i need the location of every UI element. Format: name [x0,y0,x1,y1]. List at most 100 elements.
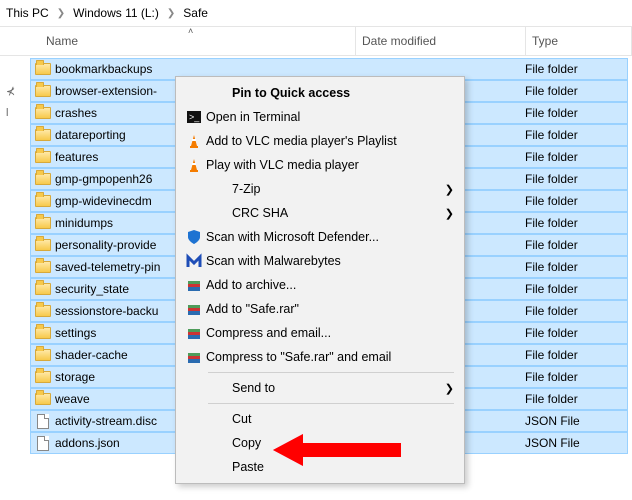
crumb-folder[interactable]: Safe [179,4,212,22]
svg-text:>_: >_ [189,112,200,122]
item-type: File folder [519,392,578,406]
ctx-label: CRC SHA [206,206,445,220]
folder-icon [31,371,55,383]
crumb-this-pc[interactable]: This PC [2,4,53,22]
ctx-label: Send to [206,381,445,395]
item-type: File folder [519,84,578,98]
file-icon [31,436,55,451]
ctx-vlc-play[interactable]: Play with VLC media player [178,153,462,177]
pin-gutter: ⊀ l [6,80,15,124]
ctx-add-archive[interactable]: Add to archive... [178,273,462,297]
header-date-label: Date modified [362,34,436,48]
ctx-label: Paste [206,460,454,474]
terminal-icon: >_ [182,109,206,125]
vlc-icon [182,157,206,173]
folder-icon [31,173,55,185]
chevron-right-icon: ❯ [445,183,454,196]
ctx-label: Compress to "Safe.rar" and email [206,350,454,364]
crumb-drive[interactable]: Windows 11 (L:) [69,4,163,22]
ctx-open-terminal[interactable]: >_ Open in Terminal [178,105,462,129]
ctx-label: Pin to Quick access [206,86,454,100]
ctx-label: Copy [206,436,454,450]
malwarebytes-icon [182,253,206,269]
item-type: File folder [519,348,578,362]
ctx-compress-email[interactable]: Compress and email... [178,321,462,345]
folder-icon [31,261,55,273]
vlc-icon [182,133,206,149]
ctx-vlc-add[interactable]: Add to VLC media player's Playlist [178,129,462,153]
chevron-right-icon: ❯ [445,382,454,395]
ctx-label: Compress and email... [206,326,454,340]
ctx-add-safe-rar[interactable]: Add to "Safe.rar" [178,297,462,321]
winrar-icon [182,301,206,317]
item-type: File folder [519,172,578,186]
ctx-scan-malwarebytes[interactable]: Scan with Malwarebytes [178,249,462,273]
header-name[interactable]: Name ˄ [40,27,356,55]
item-type: File folder [519,216,578,230]
item-name: bookmarkbackups [55,62,349,76]
pin-letter: l [6,102,15,124]
folder-icon [31,239,55,251]
header-type-label: Type [532,34,558,48]
item-type: File folder [519,150,578,164]
chevron-right-icon: ❯ [167,8,175,19]
folder-icon [31,63,55,75]
item-type: File folder [519,128,578,142]
ctx-label: Scan with Malwarebytes [206,254,454,268]
sort-asc-icon: ˄ [188,26,193,36]
breadcrumb: This PC ❯ Windows 11 (L:) ❯ Safe [0,0,632,26]
ctx-label: Cut [206,412,454,426]
ctx-label: Play with VLC media player [206,158,454,172]
header-date[interactable]: Date modified [356,27,526,55]
ctx-label: Add to archive... [206,278,454,292]
winrar-icon [182,277,206,293]
folder-icon [31,327,55,339]
ctx-pin-quick-access[interactable]: Pin to Quick access [178,81,462,105]
context-menu: Pin to Quick access >_ Open in Terminal A… [175,76,465,484]
item-type: JSON File [519,436,580,450]
ctx-crc-sha[interactable]: CRC SHA❯ [178,201,462,225]
winrar-icon [182,349,206,365]
item-type: File folder [519,326,578,340]
item-type: File folder [519,304,578,318]
item-type: File folder [519,194,578,208]
folder-icon [31,151,55,163]
ctx-send-to[interactable]: Send to❯ [178,376,462,400]
file-icon [31,414,55,429]
ctx-scan-defender[interactable]: Scan with Microsoft Defender... [178,225,462,249]
shield-icon [182,229,206,245]
folder-icon [31,349,55,361]
item-type: File folder [519,282,578,296]
ctx-label: Add to VLC media player's Playlist [206,134,454,148]
header-type[interactable]: Type [526,27,632,55]
column-headers: Name ˄ Date modified Type [0,26,632,56]
folder-icon [31,217,55,229]
folder-icon [31,305,55,317]
ctx-paste[interactable]: Paste [178,455,462,479]
item-type: File folder [519,62,578,76]
winrar-icon [182,325,206,341]
folder-icon [31,85,55,97]
ctx-label: 7-Zip [206,182,445,196]
header-name-label: Name [46,34,78,48]
ctx-label: Scan with Microsoft Defender... [206,230,454,244]
ctx-label: Open in Terminal [206,110,454,124]
item-type: JSON File [519,414,580,428]
chevron-right-icon: ❯ [445,207,454,220]
ctx-copy[interactable]: Copy [178,431,462,455]
pin-icon: ⊀ [6,80,15,102]
item-type: File folder [519,238,578,252]
menu-separator [208,403,454,404]
folder-icon [31,283,55,295]
menu-separator [208,372,454,373]
item-type: File folder [519,370,578,384]
ctx-cut[interactable]: Cut [178,407,462,431]
ctx-7zip[interactable]: 7-Zip❯ [178,177,462,201]
chevron-right-icon: ❯ [57,8,65,19]
folder-icon [31,393,55,405]
item-type: File folder [519,106,578,120]
folder-icon [31,195,55,207]
folder-icon [31,129,55,141]
ctx-compress-safe-email[interactable]: Compress to "Safe.rar" and email [178,345,462,369]
item-type: File folder [519,260,578,274]
